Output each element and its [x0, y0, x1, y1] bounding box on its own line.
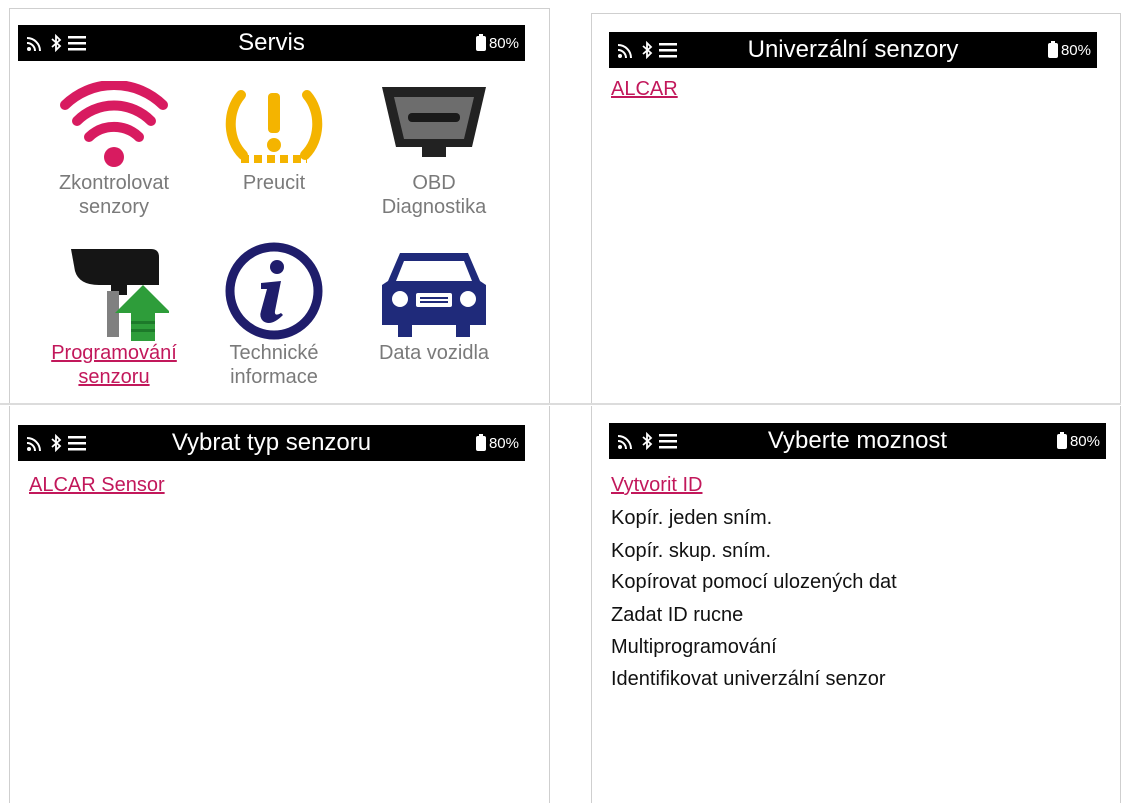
- option-alcar[interactable]: ALCAR: [611, 78, 678, 101]
- option-copy-saved-data[interactable]: Kopírovat pomocí ulozených dat: [611, 571, 897, 594]
- screen-title: Vybrat typ senzoru: [171, 429, 372, 456]
- screen-title: Servis: [238, 29, 305, 56]
- car-icon: [382, 253, 486, 337]
- option-multiprogramming[interactable]: Multiprogramování: [611, 636, 777, 659]
- status-bar: Vybrat typ senzoru 80%: [18, 425, 525, 461]
- sensor-program-icon: [71, 249, 169, 341]
- tile-obd[interactable]: OBD Diagnostika: [354, 81, 514, 219]
- tile-technical-info[interactable]: Technické informace: [194, 241, 354, 389]
- tile-check-sensors[interactable]: Zkontrolovat senzory: [34, 81, 194, 219]
- battery-level: 80%: [488, 434, 519, 452]
- option-identify-universal[interactable]: Identifikovat univerzální senzor: [611, 668, 886, 691]
- status-bar: Servis 80%: [18, 25, 525, 61]
- battery-level: 80%: [1060, 41, 1091, 59]
- option-create-id[interactable]: Vytvorit ID: [611, 474, 703, 497]
- battery-indicator: 80%: [475, 25, 519, 61]
- option-enter-id-manually[interactable]: Zadat ID rucne: [611, 604, 743, 627]
- tile-label: Programování senzoru: [51, 342, 177, 388]
- battery-level: 80%: [1069, 432, 1100, 450]
- option-copy-single[interactable]: Kopír. jeden sním.: [611, 507, 772, 530]
- tile-relearn[interactable]: Preucit: [194, 81, 354, 195]
- screen-title: Vyberte moznost: [767, 427, 948, 454]
- battery-icon: [1047, 40, 1058, 58]
- info-icon: [225, 242, 323, 340]
- tpms-warning-icon: [225, 90, 323, 163]
- option-copy-group[interactable]: Kopír. skup. sním.: [611, 540, 771, 563]
- battery-icon: [475, 433, 486, 451]
- tile-label: Technické informace: [229, 342, 319, 388]
- obd-connector-icon: [382, 87, 486, 157]
- service-screen: Servis 80% Zkontrolovat senzory Preucit: [9, 8, 550, 403]
- tile-label: OBD Diagnostika: [381, 172, 487, 218]
- tile-label: Data vozidla: [378, 342, 490, 364]
- tile-sensor-programming[interactable]: Programování senzoru: [34, 241, 194, 389]
- battery-icon: [475, 33, 486, 51]
- options-screen: Vyberte moznost 80% Vytvorit ID Kopír. j…: [591, 406, 1121, 803]
- battery-indicator: 80%: [1047, 32, 1091, 68]
- tile-label: Zkontrolovat senzory: [58, 172, 170, 218]
- tile-vehicle-data[interactable]: Data vozidla: [354, 241, 514, 365]
- battery-indicator: 80%: [1056, 423, 1100, 459]
- status-bar: Vyberte moznost 80%: [609, 423, 1106, 459]
- battery-level: 80%: [488, 34, 519, 52]
- battery-indicator: 80%: [475, 425, 519, 461]
- wifi-signal-icon: [60, 81, 168, 167]
- battery-icon: [1056, 431, 1067, 449]
- universal-sensors-screen: Univerzální senzory 80% ALCAR: [591, 13, 1121, 403]
- tile-label: Preucit: [242, 172, 306, 194]
- status-bar: Univerzální senzory 80%: [609, 32, 1097, 68]
- panel-divider: [0, 403, 1121, 405]
- sensor-type-screen: Vybrat typ senzoru 80% ALCAR Sensor: [9, 406, 550, 803]
- option-alcar-sensor[interactable]: ALCAR Sensor: [29, 474, 165, 497]
- screen-title: Univerzální senzory: [747, 36, 959, 63]
